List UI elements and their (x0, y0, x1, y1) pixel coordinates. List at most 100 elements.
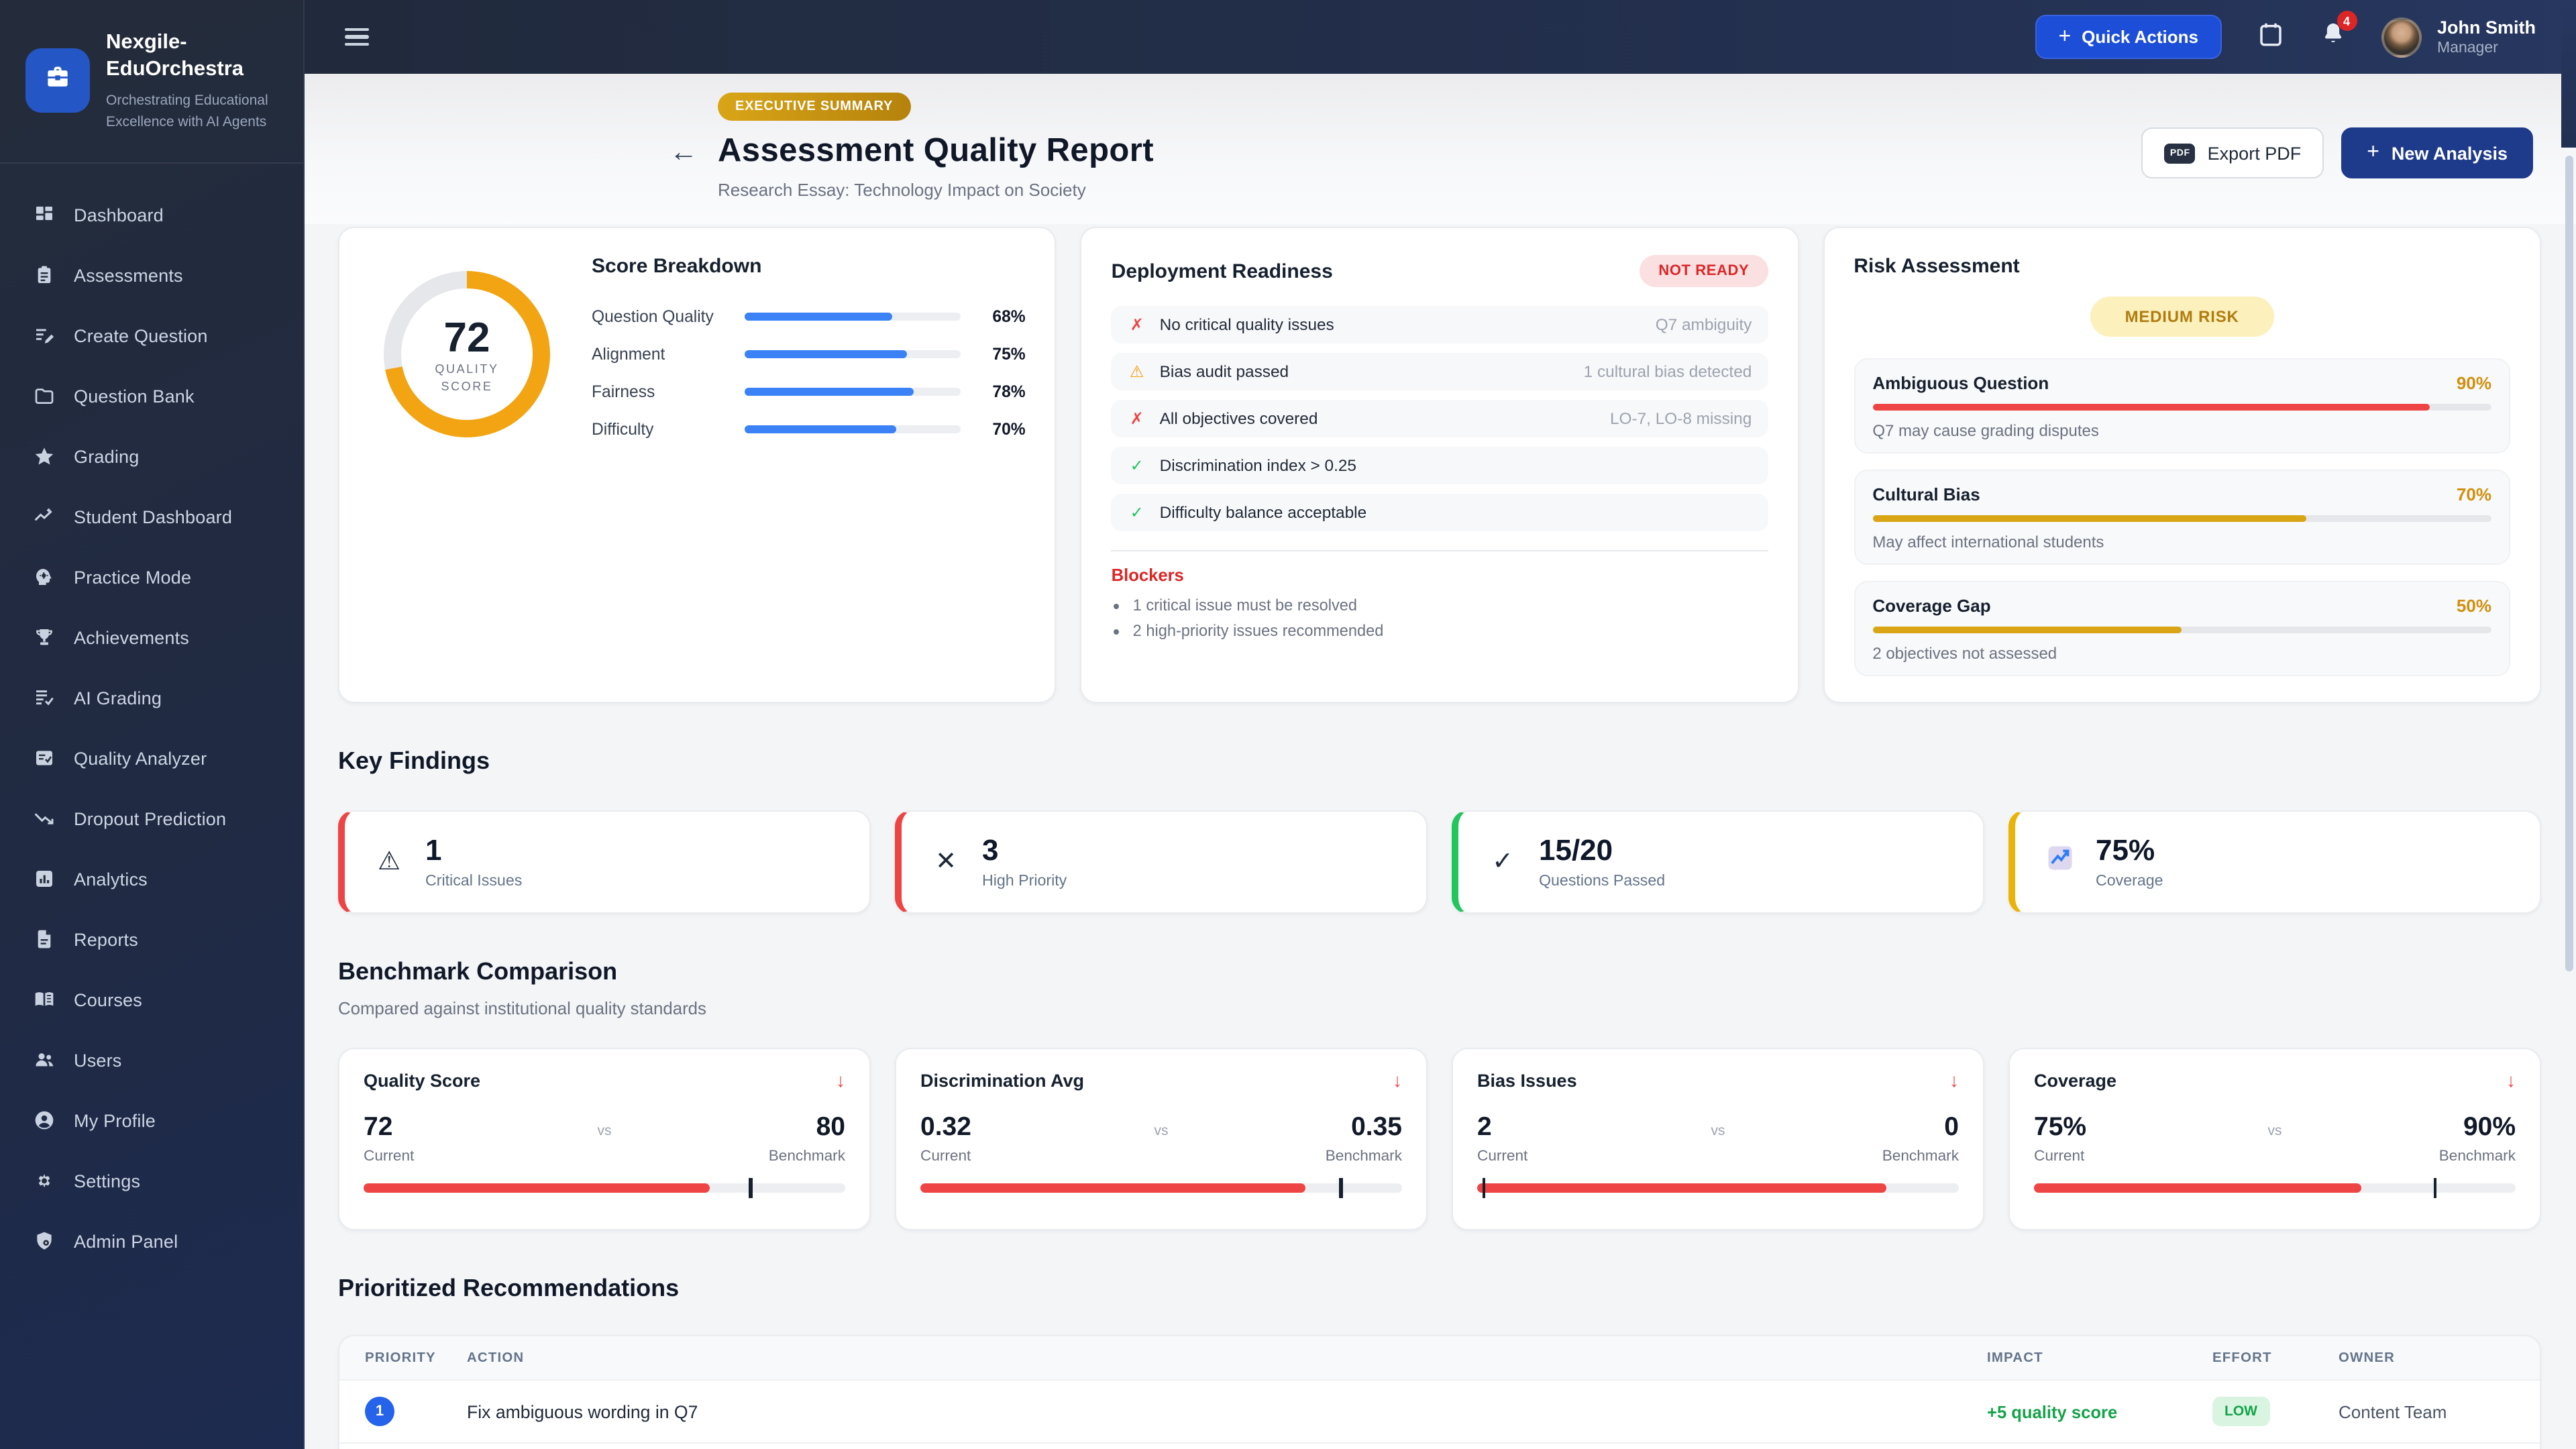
sidebar-item-dropout-prediction[interactable]: Dropout Prediction (0, 788, 303, 849)
benchmark-discrimination-avg: Discrimination Avg ↓ 0.32 vs 0.35 Curren… (895, 1048, 1428, 1230)
sidebar: Nexgile-EduOrchestra Orchestrating Educa… (0, 0, 305, 1449)
pdf-icon: PDF (2164, 143, 2196, 163)
page-title: Assessment Quality Report (718, 133, 1154, 169)
clipboard-icon (32, 264, 55, 286)
sidebar-item-analytics[interactable]: Analytics (0, 849, 303, 909)
warning-triangle-icon: ⚠ (377, 848, 401, 876)
deployment-status-badge: NOT READY (1640, 255, 1768, 287)
blockers-title: Blockers (1111, 565, 1184, 585)
calendar-button[interactable] (2256, 19, 2284, 54)
sidebar-item-create-question[interactable]: Create Question (0, 305, 303, 366)
notification-badge: 4 (2337, 11, 2357, 31)
sidebar-item-ai-grading[interactable]: AI Grading (0, 667, 303, 728)
scrollbar-gutter (2561, 0, 2576, 148)
back-button[interactable]: ← (669, 138, 698, 166)
brand-subtitle: Orchestrating Educational Excellence wit… (106, 93, 268, 129)
metric-difficulty: Difficulty 70% (592, 420, 1026, 439)
hamburger-menu-icon[interactable] (345, 28, 369, 46)
metric-bar (745, 425, 961, 433)
scrollbar-thumb[interactable] (2565, 156, 2573, 971)
check-row: ✗ No critical quality issues Q7 ambiguit… (1111, 306, 1768, 343)
benchmark-tick (749, 1178, 753, 1198)
key-findings-title: Key Findings (338, 747, 490, 774)
quick-actions-button[interactable]: + Quick Actions (2035, 15, 2221, 59)
compose-icon (32, 324, 55, 347)
sidebar-item-settings[interactable]: Settings (0, 1150, 303, 1211)
executive-summary-badge: EXECUTIVE SUMMARY (718, 93, 911, 121)
profile-icon (32, 1109, 55, 1132)
card-check-icon (32, 747, 55, 769)
metric-bar (745, 388, 961, 396)
benchmark-subtitle: Compared against institutional quality s… (338, 998, 706, 1018)
brand: Nexgile-EduOrchestra Orchestrating Educa… (0, 0, 303, 164)
shield-icon (32, 1230, 55, 1252)
sidebar-item-my-profile[interactable]: My Profile (0, 1090, 303, 1150)
star-icon (32, 445, 55, 468)
user-avatar[interactable] (2381, 17, 2421, 57)
bar-chart-icon (32, 867, 55, 890)
sidebar-item-quality-analyzer[interactable]: Quality Analyzer (0, 728, 303, 788)
sidebar-item-admin-panel[interactable]: Admin Panel (0, 1211, 303, 1271)
book-icon (32, 988, 55, 1011)
divider (1111, 550, 1768, 551)
sidebar-item-grading[interactable]: Grading (0, 426, 303, 486)
recommendations-title: Prioritized Recommendations (338, 1275, 680, 1301)
risk-item-ambiguous-question: Ambiguous Question 90% Q7 may cause grad… (1854, 358, 2510, 453)
sidebar-item-practice-mode[interactable]: Practice Mode (0, 547, 303, 607)
topbar: + Quick Actions 4 John Smith Manager (305, 0, 2576, 74)
brand-title: Nexgile-EduOrchestra (106, 31, 244, 81)
effort-badge: LOW (2212, 1397, 2269, 1426)
export-pdf-button[interactable]: PDF Export PDF (2141, 127, 2324, 178)
finding-questions-passed: ✓ 15/20 Questions Passed (1452, 810, 1984, 914)
benchmark-coverage: Coverage ↓ 75% vs 90% Current Benchmark (2008, 1048, 2541, 1230)
quality-score-donut: 72 QUALITY SCORE (384, 271, 550, 437)
user-role: Manager (2437, 40, 2498, 56)
sidebar-item-courses[interactable]: Courses (0, 969, 303, 1030)
benchmark-tick (1339, 1178, 1343, 1198)
finding-critical-issues: ⚠ 1 Critical Issues (338, 810, 871, 914)
dashboard-icon (32, 203, 55, 226)
metric-question-quality: Question Quality 68% (592, 307, 1026, 326)
sidebar-item-question-bank[interactable]: Question Bank (0, 366, 303, 426)
table-header-row: PRIORITY ACTION IMPACT EFFORT OWNER (339, 1336, 2540, 1381)
new-analysis-button[interactable]: + New Analysis (2341, 127, 2533, 178)
trend-down-icon (32, 807, 55, 830)
metric-alignment: Alignment 75% (592, 345, 1026, 364)
list-check-icon (32, 686, 55, 709)
folder-icon (32, 384, 55, 407)
fail-icon: ✗ (1130, 409, 1144, 428)
sidebar-item-dashboard[interactable]: Dashboard (0, 184, 303, 245)
down-arrow-icon: ↓ (1393, 1069, 1402, 1091)
risk-card-title: Risk Assessment (1854, 255, 2020, 278)
benchmark-tick (2433, 1178, 2437, 1198)
benchmark-bar (364, 1178, 845, 1198)
sidebar-item-student-dashboard[interactable]: Student Dashboard (0, 486, 303, 547)
blockers-list: 1 critical issue must be resolved 2 high… (1133, 596, 1768, 640)
risk-bar (1872, 627, 2491, 633)
check-row: ✓ Difficulty balance acceptable (1111, 494, 1768, 531)
risk-assessment-card: Risk Assessment MEDIUM RISK Ambiguous Qu… (1823, 227, 2541, 703)
chart-up-icon (2042, 844, 2077, 880)
blocker-item: 2 high-priority issues recommended (1133, 621, 1768, 640)
user-name: John Smith (2437, 17, 2536, 38)
table-row: 1 Fix ambiguous wording in Q7 +5 quality… (339, 1381, 2540, 1444)
pass-icon: ✓ (1130, 456, 1144, 475)
sidebar-item-reports[interactable]: Reports (0, 909, 303, 969)
risk-item-cultural-bias: Cultural Bias 70% May affect internation… (1854, 470, 2510, 565)
sidebar-item-achievements[interactable]: Achievements (0, 607, 303, 667)
calendar-icon (2256, 19, 2284, 54)
quality-score-value: 72 (443, 313, 490, 360)
main-area: + Quick Actions 4 John Smith Manager ← E… (305, 0, 2576, 1449)
fail-icon: ✗ (1130, 315, 1144, 334)
content: 72 QUALITY SCORE Score Breakdown Questio… (305, 224, 2576, 1449)
gear-icon (32, 1169, 55, 1192)
sidebar-item-users[interactable]: Users (0, 1030, 303, 1090)
notifications-button[interactable]: 4 (2319, 11, 2357, 54)
user-meta: John Smith Manager (2437, 17, 2536, 56)
metric-bar (745, 350, 961, 358)
score-breakdown-card: 72 QUALITY SCORE Score Breakdown Questio… (338, 227, 1057, 703)
risk-bar (1872, 404, 2491, 411)
warning-icon: ⚠ (1129, 362, 1144, 381)
sidebar-item-assessments[interactable]: Assessments (0, 245, 303, 305)
down-arrow-icon: ↓ (1949, 1069, 1959, 1091)
